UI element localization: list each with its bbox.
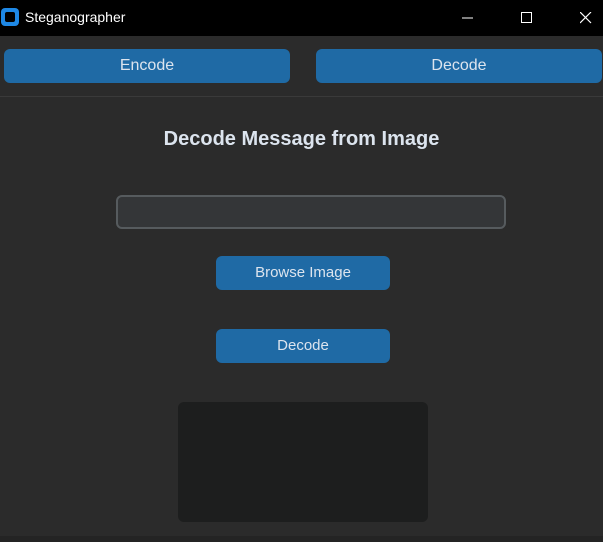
title-bar: Steganographer	[0, 0, 603, 36]
maximize-icon	[521, 12, 532, 23]
mode-tab-bar: Encode Decode	[0, 36, 603, 97]
encode-tab-button[interactable]: Encode	[4, 49, 290, 83]
decode-tab-button[interactable]: Decode	[316, 49, 602, 83]
page-title: Decode Message from Image	[163, 128, 440, 150]
close-icon	[580, 12, 592, 24]
browse-image-button[interactable]: Browse Image	[216, 256, 390, 290]
image-path-input[interactable]	[116, 195, 506, 229]
window-bottom-edge	[0, 536, 603, 542]
window-title: Steganographer	[25, 9, 126, 25]
decoded-message-output[interactable]	[178, 402, 428, 522]
maximize-button[interactable]	[504, 0, 550, 36]
app-icon	[1, 8, 19, 26]
minimize-button[interactable]	[445, 0, 491, 36]
close-button[interactable]	[563, 0, 603, 36]
app-window: Steganographer Encode Decode Decode Mess…	[0, 0, 603, 542]
decode-button[interactable]: Decode	[216, 329, 390, 363]
minimize-icon	[462, 17, 473, 19]
